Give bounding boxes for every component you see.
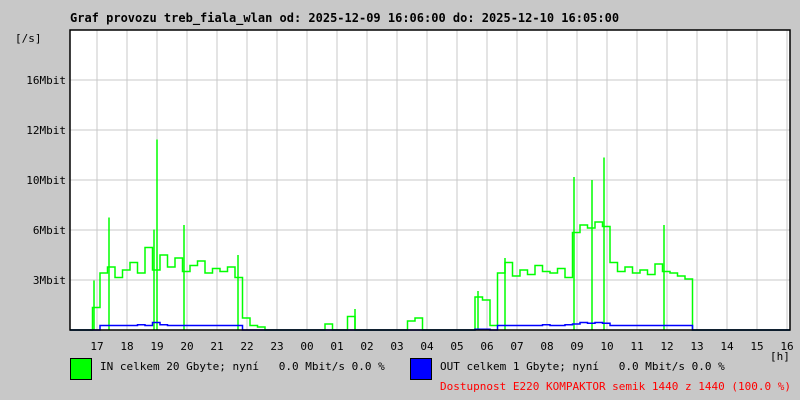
x-tick-label: 23 bbox=[270, 340, 283, 353]
x-tick-label: 14 bbox=[720, 340, 734, 353]
x-tick-label: 15 bbox=[750, 340, 763, 353]
y-tick-label: 3Mbit bbox=[33, 274, 66, 287]
legend-out-swatch bbox=[410, 358, 432, 380]
x-tick-label: 00 bbox=[300, 340, 313, 353]
y-tick-label: 10Mbit bbox=[26, 174, 66, 187]
x-tick-label: 13 bbox=[690, 340, 703, 353]
availability-text: Dostupnost E220 KOMPAKTOR semik 1440 z 1… bbox=[440, 380, 791, 393]
y-tick-label: 12Mbit bbox=[26, 124, 66, 137]
x-tick-label: 06 bbox=[480, 340, 493, 353]
x-tick-label: 07 bbox=[510, 340, 523, 353]
y-tick-label: 6Mbit bbox=[33, 224, 66, 237]
x-tick-label: 11 bbox=[630, 340, 643, 353]
legend-in-swatch bbox=[70, 358, 92, 380]
legend-in-text: IN celkem 20 Gbyte; nyní 0.0 Mbit/s 0.0 … bbox=[100, 360, 385, 373]
x-tick-label: 04 bbox=[420, 340, 434, 353]
x-tick-label: 12 bbox=[660, 340, 673, 353]
traffic-chart: 17 18 19 20 21 22 23 00 01 02 03 04 05 06 07 08 09 10 11 12… bbox=[15, 29, 794, 363]
x-axis-label: [h] bbox=[770, 350, 790, 363]
x-tick-label: 09 bbox=[570, 340, 583, 353]
legend-out-text: OUT celkem 1 Gbyte; nyní 0.0 Mbit/s 0.0 … bbox=[440, 360, 725, 373]
x-tick-label: 17 bbox=[90, 340, 103, 353]
y-axis-label: [/s] bbox=[15, 32, 42, 45]
x-tick-label: 20 bbox=[180, 340, 193, 353]
x-tick-label: 22 bbox=[240, 340, 253, 353]
x-tick-label: 10 bbox=[600, 340, 613, 353]
x-tick-label: 21 bbox=[210, 340, 223, 353]
x-tick-label: 19 bbox=[150, 340, 163, 353]
x-tick-label: 02 bbox=[360, 340, 373, 353]
x-tick-label: 03 bbox=[390, 340, 403, 353]
x-tick-label: 01 bbox=[330, 340, 343, 353]
y-tick-label: 16Mbit bbox=[26, 74, 66, 87]
x-tick-label: 18 bbox=[120, 340, 133, 353]
x-tick-label: 08 bbox=[540, 340, 553, 353]
x-tick-label: 05 bbox=[450, 340, 463, 353]
